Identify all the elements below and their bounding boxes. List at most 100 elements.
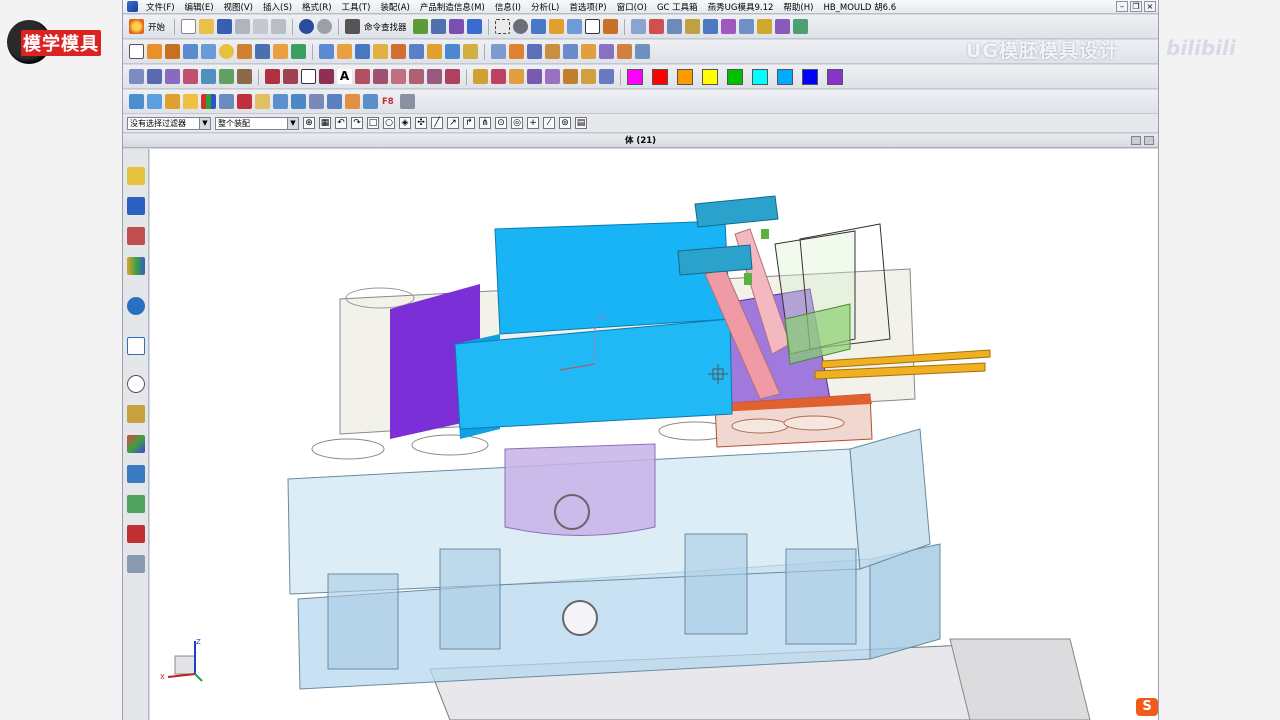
intersect-curve-icon[interactable] (219, 69, 234, 84)
menu-yanxiu-mold[interactable]: 燕秀UG模具9.12 (704, 1, 780, 13)
reuse-library-icon[interactable] (127, 257, 145, 275)
edge-select-icon[interactable] (147, 94, 162, 109)
menu-analysis[interactable]: 分析(L) (527, 1, 565, 13)
grid-icon[interactable] (201, 94, 216, 109)
resize-face-icon[interactable] (545, 44, 560, 59)
extract-icon[interactable] (581, 44, 596, 59)
start-button[interactable]: 开始 (148, 21, 165, 33)
through-curves-icon[interactable] (491, 69, 506, 84)
solid-icon[interactable] (237, 94, 252, 109)
trim-body-icon[interactable] (409, 44, 424, 59)
snap-icon[interactable]: ✣ (415, 117, 427, 129)
save-icon[interactable] (217, 19, 233, 34)
open-folder-icon[interactable] (199, 19, 215, 34)
background-icon[interactable] (584, 19, 600, 34)
process-studio-icon[interactable] (127, 435, 145, 453)
chamfer-icon[interactable] (337, 44, 352, 59)
menu-window[interactable]: 窗口(O) (613, 1, 653, 13)
mold-base-icon[interactable] (720, 19, 736, 34)
close-button[interactable]: × (1144, 1, 1156, 12)
cooling-icon[interactable] (792, 19, 808, 34)
color-swatch-red[interactable] (652, 68, 668, 85)
menu-view[interactable]: 视图(V) (220, 1, 259, 13)
draft-icon[interactable] (373, 44, 388, 59)
menu-file[interactable]: 文件(F) (142, 1, 181, 13)
divide-curve-icon[interactable] (427, 69, 442, 84)
f8-icon[interactable]: F8 (382, 97, 394, 107)
analysis-icon[interactable] (666, 19, 682, 34)
swept-icon[interactable] (509, 69, 524, 84)
point-on-face-icon[interactable]: ⊚ (559, 117, 571, 129)
mirror-icon[interactable] (463, 44, 478, 59)
extend-sheet-icon[interactable] (599, 69, 614, 84)
spline-icon[interactable] (319, 69, 334, 84)
arc-center-icon[interactable]: ⊙ (495, 117, 507, 129)
slide-icon[interactable] (309, 94, 324, 109)
bracket-icon[interactable] (291, 94, 306, 109)
scope-filter-select[interactable]: 整个装配 ▼ (215, 116, 299, 130)
layer-icon[interactable] (448, 19, 464, 34)
restore-button[interactable]: ❐ (1130, 1, 1142, 12)
graphics-window[interactable]: ZC Z X (150, 149, 1158, 720)
box-body-icon[interactable] (165, 94, 180, 109)
menu-insert[interactable]: 插入(S) (259, 1, 298, 13)
nx-app-icon[interactable] (127, 1, 138, 12)
menu-edit[interactable]: 编辑(E) (181, 1, 220, 13)
frame-icon[interactable] (255, 94, 270, 109)
menu-preferences[interactable]: 首选项(P) (565, 1, 612, 13)
menu-assembly[interactable]: 装配(A) (376, 1, 415, 13)
wave-link-icon[interactable] (635, 44, 650, 59)
menu-hb-mould[interactable]: HB_MOULD 胡6.6 (819, 1, 902, 13)
component-icon[interactable]: ◈ (399, 117, 411, 129)
existing-point-icon[interactable]: + (527, 117, 539, 129)
color-swatch-magenta[interactable] (627, 68, 643, 85)
lasso-icon[interactable]: ○ (383, 117, 395, 129)
revolve-icon[interactable] (165, 44, 180, 59)
orient-view-icon[interactable] (602, 19, 618, 34)
ruler-icon[interactable] (219, 94, 234, 109)
constraint-navigator-icon[interactable] (127, 197, 145, 215)
color-swatch-purple[interactable] (827, 68, 843, 85)
new-file-icon[interactable] (181, 19, 197, 34)
link-icon[interactable] (273, 94, 288, 109)
undo-icon[interactable] (299, 19, 315, 34)
menu-pmi[interactable]: 产品制造信息(M) (416, 1, 491, 13)
trimmed-sheet-icon[interactable] (581, 69, 596, 84)
join-curve-icon[interactable] (445, 69, 460, 84)
shaded-icon[interactable] (530, 19, 546, 34)
bounding-box-icon[interactable]: ▤ (575, 117, 587, 129)
assembly-nav-icon[interactable] (630, 19, 646, 34)
datum-icon[interactable] (147, 69, 162, 84)
plane-icon[interactable] (165, 69, 180, 84)
offset-face-icon[interactable] (391, 44, 406, 59)
surface-icon[interactable] (473, 69, 488, 84)
pan-icon[interactable] (548, 19, 564, 34)
boss-icon[interactable] (255, 44, 270, 59)
manufacturing-wizard-icon[interactable] (127, 465, 145, 483)
csys-icon[interactable] (183, 69, 198, 84)
text-feature-icon[interactable] (129, 94, 144, 109)
color-swatch-orange[interactable] (677, 68, 693, 85)
split-body-icon[interactable] (427, 44, 442, 59)
unite-icon[interactable] (291, 44, 306, 59)
endpoint-icon[interactable]: ╱ (431, 117, 443, 129)
rectangle-icon[interactable] (301, 69, 316, 84)
viewport-minimize-button[interactable] (1131, 136, 1141, 145)
type-filter-select[interactable]: 没有选择过滤器 ▼ (127, 116, 211, 130)
part-navigator-icon[interactable] (127, 227, 145, 245)
menu-format[interactable]: 格式(R) (298, 1, 338, 13)
lifter-icon[interactable] (327, 94, 342, 109)
intersection-icon[interactable]: ⋔ (479, 117, 491, 129)
roles-icon[interactable] (127, 495, 145, 513)
hole-icon[interactable] (237, 44, 252, 59)
selection-option-icon[interactable]: ⊕ (303, 117, 315, 129)
bounded-plane-icon[interactable] (563, 69, 578, 84)
assembly-navigator-icon[interactable] (127, 167, 145, 185)
color-swatch-green[interactable] (727, 68, 743, 85)
web-browser-icon[interactable] (127, 297, 145, 315)
extrude-icon[interactable] (147, 44, 162, 59)
part-nav-icon[interactable] (702, 19, 718, 34)
color-swatch-yellow[interactable] (702, 68, 718, 85)
block-icon[interactable] (183, 44, 198, 59)
viewport-maximize-button[interactable] (1144, 136, 1154, 145)
